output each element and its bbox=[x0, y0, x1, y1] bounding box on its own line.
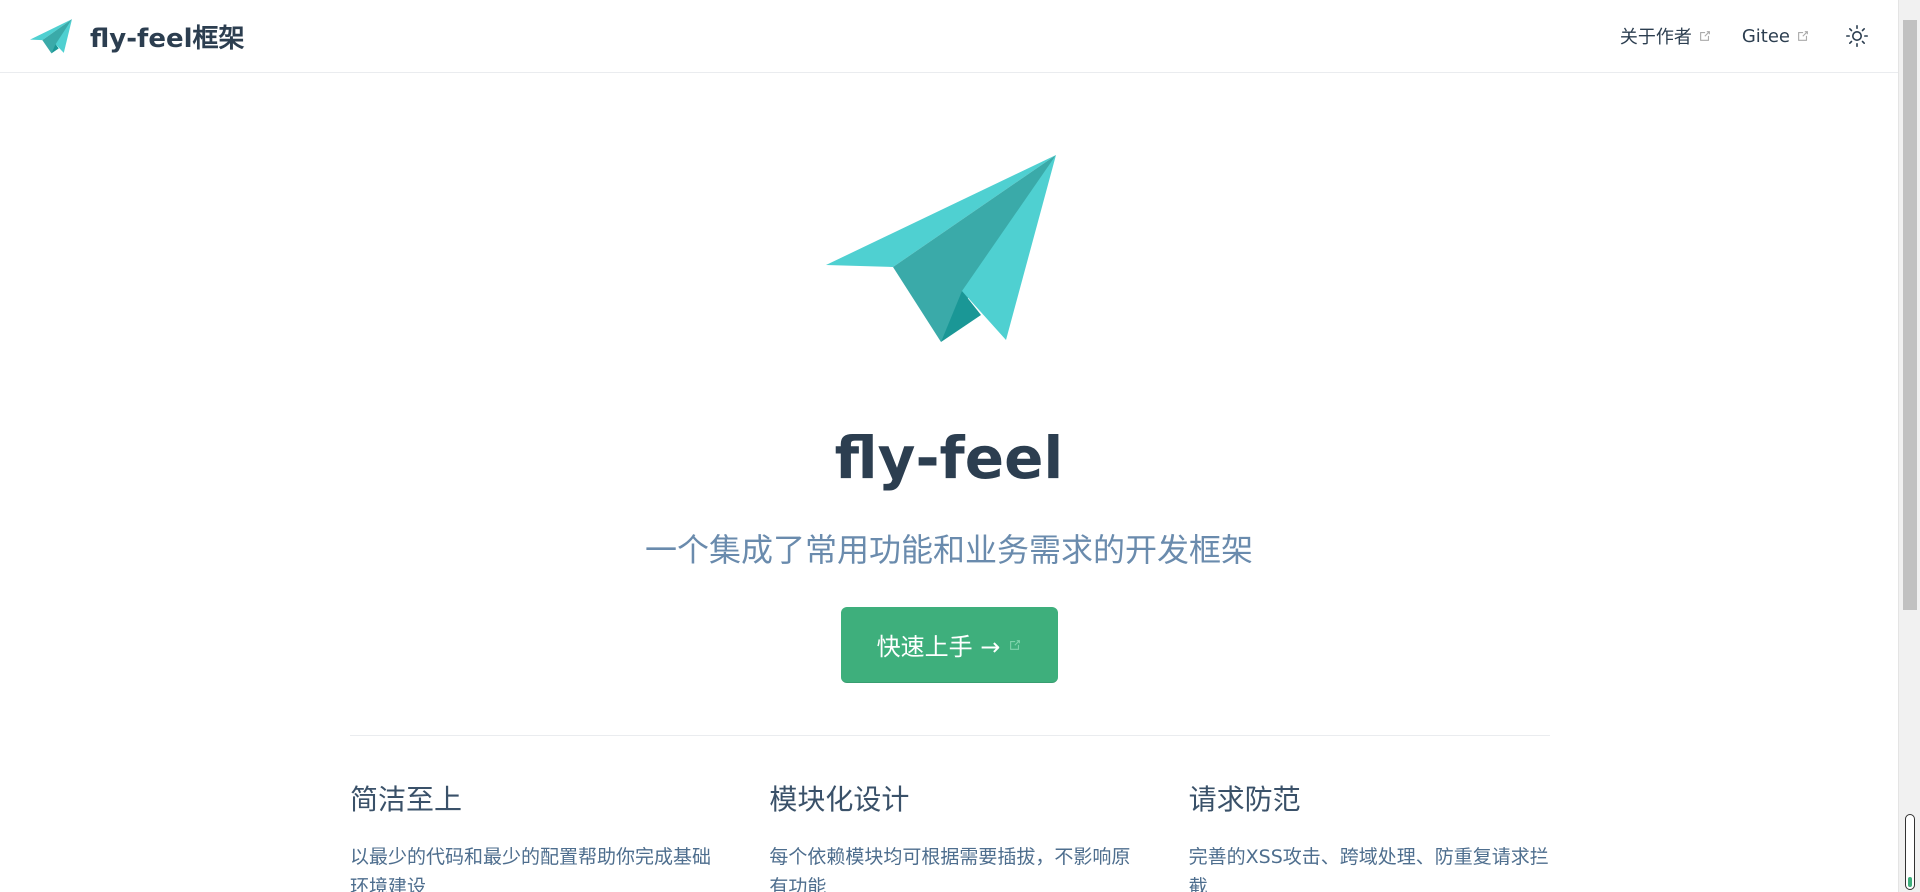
features-section: 简洁至上 以最少的代码和最少的配置帮助你完成基础环境建设 模块化设计 每个依赖模… bbox=[350, 780, 1550, 892]
feature-title: 请求防范 bbox=[1188, 783, 1301, 816]
hero-divider bbox=[350, 735, 1550, 736]
site-title: fly-feel框架 bbox=[90, 23, 245, 54]
home-link[interactable]: fly-feel框架 bbox=[30, 18, 245, 55]
top-navbar: fly-feel框架 关于作者 Gitee bbox=[0, 0, 1898, 73]
sun-icon bbox=[1845, 24, 1869, 48]
nav-link-label: 关于作者 bbox=[1619, 27, 1692, 48]
hero-description: 一个集成了常用功能和业务需求的开发框架 bbox=[644, 531, 1253, 569]
get-started-button[interactable]: 快速上手 → bbox=[841, 607, 1058, 683]
feature-card: 模块化设计 每个依赖模块均可根据需要插拔，不影响原有功能 bbox=[769, 780, 1130, 892]
scrollbar-thumb[interactable] bbox=[1903, 20, 1917, 610]
get-started-label: 快速上手 → bbox=[876, 633, 1001, 661]
nav-links: 关于作者 Gitee bbox=[1590, 23, 1870, 49]
theme-toggle-button[interactable] bbox=[1844, 23, 1870, 49]
external-link-icon bbox=[1010, 639, 1021, 650]
feature-card: 请求防范 完善的XSS攻击、跨域处理、防重复请求拦截 bbox=[1189, 780, 1550, 892]
scroll-indicator bbox=[1905, 814, 1915, 890]
feature-description: 每个依赖模块均可根据需要插拔，不影响原有功能 bbox=[769, 846, 1131, 892]
feature-description: 以最少的代码和最少的配置帮助你完成基础环境建设 bbox=[350, 846, 712, 892]
paper-plane-logo-icon bbox=[30, 19, 72, 54]
external-link-icon bbox=[1798, 31, 1808, 41]
feature-title: 模块化设计 bbox=[769, 783, 910, 816]
feature-description: 完善的XSS攻击、跨域处理、防重复请求拦截 bbox=[1188, 846, 1549, 892]
hero-title: fly-feel bbox=[834, 424, 1064, 492]
nav-link-label: Gitee bbox=[1741, 25, 1790, 47]
external-link-icon bbox=[1699, 31, 1710, 41]
nav-link-gitee[interactable]: Gitee bbox=[1742, 26, 1810, 47]
paper-plane-hero-logo-icon bbox=[826, 155, 1056, 342]
nav-link-about-author[interactable]: 关于作者 bbox=[1620, 23, 1712, 49]
vertical-scrollbar[interactable] bbox=[1898, 0, 1920, 892]
feature-card: 简洁至上 以最少的代码和最少的配置帮助你完成基础环境建设 bbox=[350, 780, 711, 892]
feature-title: 简洁至上 bbox=[350, 783, 463, 816]
